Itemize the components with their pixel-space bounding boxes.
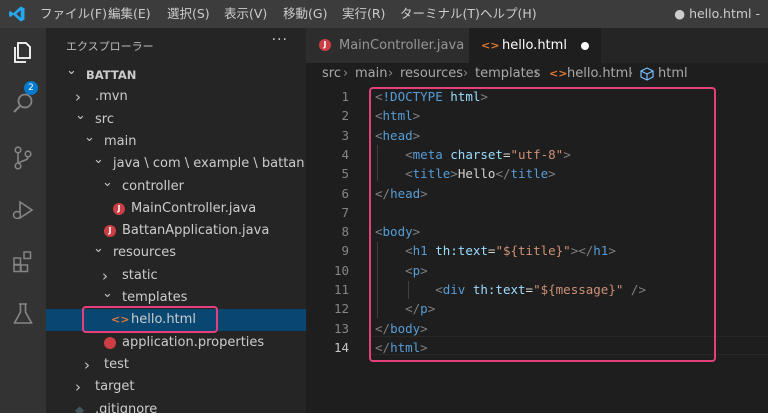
menu-item[interactable]: ヘルプ(H) — [480, 0, 537, 28]
chevron-down-icon: ⌄ — [102, 174, 113, 190]
breadcrumb-templates[interactable]: templates — [475, 63, 540, 85]
line-number: 7 — [341, 204, 349, 220]
tab-hello-html[interactable]: <> hello.html — [469, 28, 601, 63]
tree-item-label: test — [104, 356, 129, 372]
chevron-right-icon: › — [343, 66, 349, 81]
explorer-header: エクスプローラー — [66, 40, 154, 53]
html-file-icon: <> — [481, 39, 500, 52]
git-file-icon: ◆ — [75, 402, 85, 413]
title-bar: ファイル(F) 編集(E) 選択(S) 表示(V) 移動(G) 実行(R) ターミナル(T)… — [0, 0, 768, 28]
line-number: 3 — [341, 127, 349, 143]
line-number: 9 — [341, 243, 349, 259]
tree-item[interactable]: ⌄ BATTAN — [46, 63, 306, 86]
tree-item-label: controller — [122, 178, 185, 194]
menu-item[interactable]: 移動(G) — [283, 0, 327, 28]
extensions-icon[interactable] — [9, 248, 37, 276]
tree-item[interactable]: ⌄ java \ com \ example \ battan — [46, 152, 306, 175]
chevron-down-icon: ⌄ — [93, 152, 104, 168]
line-number: 6 — [341, 185, 349, 201]
highlight-box-code — [369, 87, 716, 362]
chevron-down-icon: ⌄ — [102, 286, 113, 301]
breadcrumb-main[interactable]: main — [355, 63, 387, 85]
tree-item-label: target — [95, 379, 135, 395]
tree-item[interactable]: › target — [46, 376, 306, 398]
chevron-down-icon: ⌄ — [66, 63, 77, 78]
tree-item-label: .gitignore — [95, 401, 158, 413]
tab-label: MainController.java — [339, 38, 465, 53]
tree-item-label: java \ com \ example \ battan — [113, 156, 305, 172]
tree-item[interactable]: J MainController.java — [46, 198, 306, 220]
explorer-icon[interactable] — [9, 38, 37, 66]
breadcrumb-src[interactable]: src — [322, 63, 341, 85]
menu-item[interactable]: 選択(S) — [167, 0, 210, 28]
tree-item[interactable]: ⌄ resources — [46, 241, 306, 264]
chevron-right-icon: › — [388, 66, 394, 81]
tree-item-label: static — [122, 267, 158, 283]
run-debug-icon[interactable] — [9, 196, 37, 224]
line-number: 10 — [333, 262, 349, 278]
tree-item-label: .mvn — [95, 89, 128, 105]
code-editor[interactable]: 1 <!DOCTYPE html> 2 <html> 3 <head> 4 <meta ch… — [306, 85, 768, 413]
menu-item[interactable]: 実行(R) — [342, 0, 385, 28]
tree-item[interactable]: › static — [46, 265, 306, 287]
highlight-box-hello-html — [82, 306, 218, 333]
line-number: 13 — [333, 320, 349, 336]
java-file-icon: J — [319, 39, 331, 51]
breadcrumb-html-symbol[interactable]: html — [658, 63, 688, 85]
java-file-icon: J — [113, 202, 125, 215]
tree-item[interactable]: ◆ .gitignore — [46, 399, 306, 413]
chevron-right-icon: › — [75, 378, 81, 397]
chevron-right-icon: › — [84, 355, 90, 374]
tab-label: hello.html — [502, 38, 567, 53]
unsaved-dot-icon[interactable] — [581, 42, 589, 50]
chevron-right-icon: › — [534, 66, 540, 81]
tree-item-label: resources — [113, 245, 177, 261]
java-file-icon: J — [104, 225, 116, 238]
more-actions-icon[interactable]: ··· — [272, 32, 288, 48]
symbol-element-icon — [640, 67, 654, 81]
chevron-right-icon: › — [463, 66, 469, 81]
properties-file-icon — [104, 336, 116, 349]
breadcrumb: src › main › resources › templates › <> … — [306, 63, 768, 85]
tree-item-label: main — [104, 133, 137, 149]
tab-bar: J MainController.java <> hello.html — [306, 28, 768, 63]
tree-item[interactable]: application.properties — [46, 332, 306, 354]
html-file-icon: <> — [549, 67, 568, 80]
tree-item[interactable]: ⌄ controller — [46, 175, 306, 198]
chevron-down-icon: ⌄ — [84, 129, 95, 145]
menu-item[interactable]: 編集(E) — [108, 0, 151, 28]
tree-item-label: MainController.java — [131, 200, 257, 216]
vscode-logo-icon[interactable] — [8, 5, 26, 23]
line-number: 11 — [333, 282, 349, 297]
tree-item[interactable]: J BattanApplication.java — [46, 220, 306, 242]
tree-item[interactable]: › test — [46, 354, 306, 376]
menu-item[interactable]: ファイル(F) — [40, 0, 107, 28]
tab-main-controller[interactable]: J MainController.java — [306, 28, 469, 63]
menu-item[interactable]: 表示(V) — [224, 0, 267, 28]
activity-bar: 2 — [0, 28, 46, 413]
tree-item[interactable]: ⌄ main — [46, 130, 306, 153]
tree-item-label: BATTAN — [86, 68, 137, 82]
line-number: 5 — [341, 166, 349, 182]
line-number: 2 — [341, 108, 349, 124]
tree-item-label: application.properties — [122, 334, 265, 350]
explorer-sidebar: エクスプローラー ··· ⌄ BATTAN › .mvn ⌄ src ⌄ main ⌄ java … — [46, 28, 306, 413]
line-number: 12 — [333, 301, 349, 317]
window-title: ● hello.html - — [674, 6, 760, 21]
testing-icon[interactable] — [9, 300, 37, 328]
tree-item-label: BattanApplication.java — [122, 223, 270, 239]
breadcrumb-hello-html[interactable]: hello.html — [567, 63, 632, 85]
source-control-icon[interactable] — [9, 144, 37, 172]
tree-item-label: src — [95, 111, 114, 127]
chevron-right-icon: › — [628, 66, 634, 81]
menu-item[interactable]: ターミナル(T) — [400, 0, 480, 28]
line-number: 14 — [333, 339, 349, 355]
chevron-down-icon: ⌄ — [75, 107, 86, 123]
line-number: 1 — [341, 89, 349, 104]
breadcrumb-resources[interactable]: resources — [400, 63, 463, 85]
chevron-down-icon: ⌄ — [93, 241, 104, 257]
search-icon[interactable] — [9, 90, 37, 118]
line-number: 4 — [341, 146, 349, 162]
line-number: 8 — [341, 224, 349, 240]
